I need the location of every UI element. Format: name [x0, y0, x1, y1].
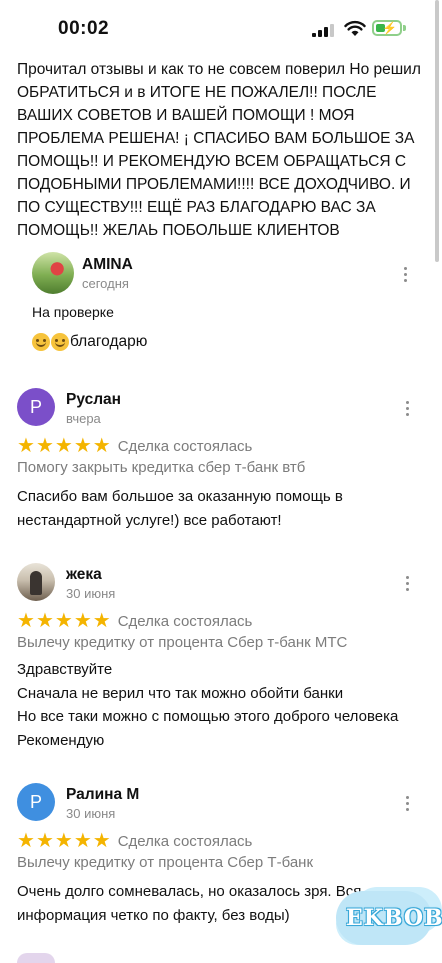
watermark-logo: EKBOB	[336, 885, 442, 949]
star-rating: ★ ★ ★ ★ ★	[17, 831, 112, 851]
star-icon: ★	[35, 610, 54, 632]
reply-status-text: На проверке	[32, 304, 114, 320]
star-icon: ★	[92, 435, 111, 457]
star-icon: ★	[17, 830, 35, 852]
more-vertical-icon[interactable]	[402, 264, 408, 284]
star-rating: ★ ★ ★ ★ ★	[17, 611, 112, 631]
review-line: Но все таки можно с помощью этого доброг…	[17, 708, 399, 725]
review-line: Рекомендую	[17, 731, 105, 749]
deal-status: Сделка состоялась	[117, 832, 253, 850]
reply-author-name[interactable]: AMINA	[82, 256, 133, 274]
watermark-text: EKBOB	[346, 905, 442, 931]
star-icon: ★	[92, 610, 111, 632]
more-vertical-icon[interactable]	[404, 573, 410, 593]
avatar[interactable]	[17, 953, 55, 963]
cellular-signal-icon	[312, 24, 334, 37]
avatar[interactable]: Р	[17, 388, 55, 426]
review-item: Р Руслан вчера ★ ★ ★ ★ ★ Сделка состоялась П…	[17, 388, 429, 538]
star-icon: ★	[17, 610, 35, 632]
review-line: Сначала не верил что так можно обойти ба…	[17, 684, 344, 702]
seller-reply: AMINA сегодня На проверке благодарю	[32, 252, 422, 362]
review-item: жека 30 июня ★ ★ ★ ★ ★ Сделка состоялась Выл…	[17, 563, 429, 753]
star-icon: ★	[54, 830, 73, 852]
star-icon: ★	[73, 435, 92, 457]
service-title[interactable]: Помогу закрыть кредитка сбер т-банк втб	[17, 459, 305, 476]
avatar[interactable]	[17, 563, 55, 601]
star-icon: ★	[54, 435, 73, 457]
review-date: вчера	[66, 411, 101, 426]
review-line: Здравствуйте	[17, 661, 113, 678]
star-icon: ★	[54, 610, 73, 632]
status-time: 00:02	[58, 18, 110, 39]
wifi-icon	[344, 20, 366, 36]
battery-charging-icon: ⚡	[372, 20, 402, 36]
rating-row: ★ ★ ★ ★ ★ Сделка состоялась	[17, 611, 252, 631]
rating-row: ★ ★ ★ ★ ★ Сделка состоялась	[17, 831, 252, 851]
scroll-indicator[interactable]	[435, 0, 439, 262]
deal-status: Сделка состоялась	[117, 612, 253, 630]
star-icon: ★	[73, 610, 92, 632]
service-title[interactable]: Вылечу кредитку от процента Сбер т-банк …	[17, 634, 347, 651]
more-vertical-icon[interactable]	[404, 793, 410, 813]
reply-date: сегодня	[82, 276, 129, 291]
star-icon: ★	[17, 435, 35, 457]
star-icon: ★	[35, 830, 54, 852]
more-vertical-icon[interactable]	[404, 398, 410, 418]
review-date: 30 июня	[66, 806, 116, 821]
star-icon: ★	[92, 830, 111, 852]
reviewer-name[interactable]: Ралина М	[66, 786, 139, 804]
deal-status: Сделка состоялась	[117, 437, 253, 455]
reviewer-name[interactable]: Руслан	[66, 391, 121, 409]
rating-row: ★ ★ ★ ★ ★ Сделка состоялась	[17, 436, 252, 456]
avatar[interactable]: Р	[17, 783, 55, 821]
reply-message-text: благодарю	[70, 333, 148, 350]
star-rating: ★ ★ ★ ★ ★	[17, 436, 112, 456]
review-date: 30 июня	[66, 586, 116, 601]
star-icon: ★	[73, 830, 92, 852]
review-text: Прочитал отзывы и как то не совсем повер…	[17, 61, 421, 239]
smiling-face-icon	[51, 333, 69, 351]
service-title[interactable]: Вылечу кредитку от процента Сбер Т-банк	[17, 854, 313, 871]
star-icon: ★	[35, 435, 54, 457]
reply-message: благодарю	[32, 333, 147, 351]
avatar[interactable]	[32, 252, 74, 294]
status-bar: 00:02 ⚡	[0, 0, 442, 56]
review-text: Здравствуйте Сначала не верил что так мо…	[17, 658, 429, 752]
smiling-face-icon	[32, 333, 50, 351]
review-text: Спасибо вам большое за оказанную помощь …	[17, 488, 343, 529]
reviewer-name[interactable]: жека	[66, 566, 102, 584]
